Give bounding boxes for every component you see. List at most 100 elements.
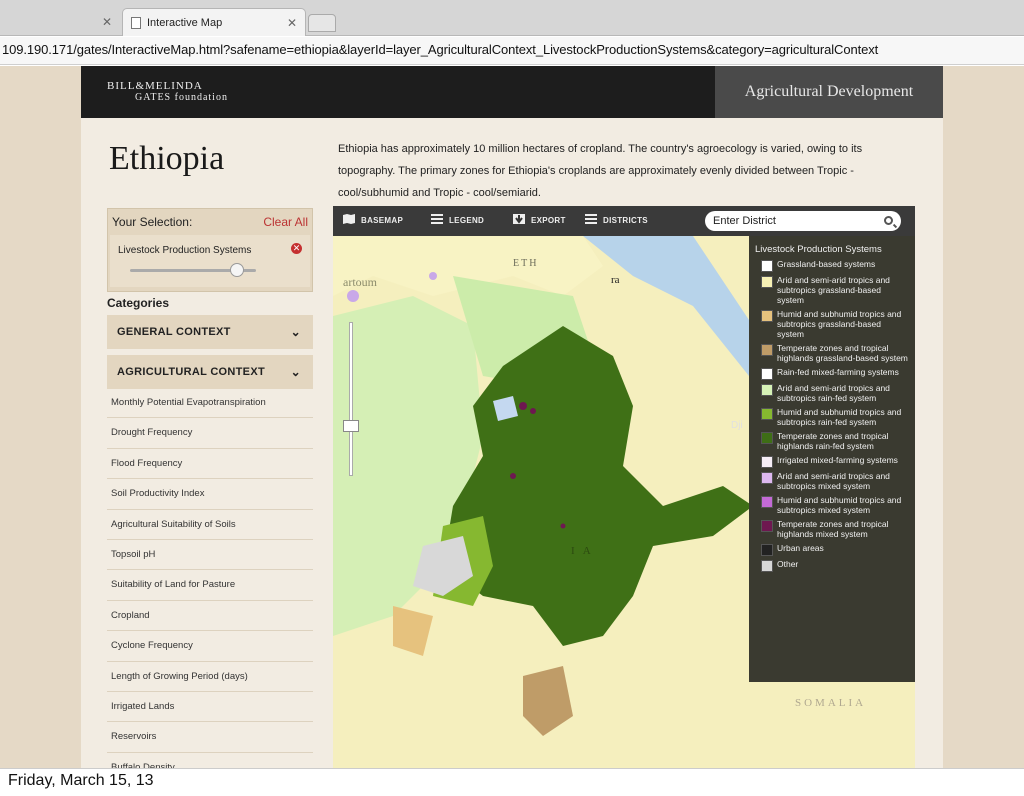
search-icon[interactable]	[884, 216, 893, 225]
legend-item: Arid and semi-arid tropics and subtropic…	[755, 471, 909, 491]
districts-button[interactable]: DISTRICTS	[585, 206, 648, 236]
legend-item: Urban areas	[755, 543, 909, 556]
map-legend: Livestock Production Systems Grassland-b…	[749, 236, 915, 682]
legend-item: Humid and subhumid tropics and subtropic…	[755, 495, 909, 515]
legend-swatch	[761, 544, 773, 556]
clear-all-link[interactable]: Clear All	[263, 215, 308, 229]
category-label: AGRICULTURAL CONTEXT	[117, 366, 265, 378]
legend-swatch	[761, 472, 773, 484]
legend-label: Rain-fed mixed-farming systems	[777, 367, 899, 377]
layer-list-item[interactable]: Suitability of Land for Pasture	[107, 570, 313, 601]
legend-item: Temperate zones and tropical highlands g…	[755, 343, 909, 363]
legend-item: Temperate zones and tropical highlands m…	[755, 519, 909, 539]
legend-swatch	[761, 456, 773, 468]
layer-list-item[interactable]: Cyclone Frequency	[107, 631, 313, 662]
legend-swatch	[761, 368, 773, 380]
remove-layer-icon[interactable]: ✕	[291, 243, 302, 254]
legend-item: Other	[755, 559, 909, 572]
site-container: BILL&MELINDA GATES foundation Agricultur…	[81, 66, 943, 784]
close-icon[interactable]: ✕	[102, 8, 112, 36]
legend-button[interactable]: LEGEND	[431, 206, 484, 236]
selected-layer: Livestock Production Systems ✕	[110, 235, 310, 287]
basemap-button[interactable]: BASEMAP	[343, 206, 403, 236]
legend-list: Grassland-based systems Arid and semi-ari…	[755, 259, 909, 572]
legend-label: LEGEND	[449, 216, 485, 225]
map-label: I A	[571, 545, 594, 557]
map-label: artoum	[343, 275, 378, 289]
layer-list-item[interactable]: Drought Frequency	[107, 418, 313, 449]
interactive-map[interactable]: BASEMAP LEGEND EXPORT DISTRICTS Enter Di…	[333, 206, 915, 768]
legend-label: Other	[777, 559, 799, 569]
selected-layer-label: Livestock Production Systems	[118, 245, 252, 256]
chevron-down-icon: ⌄	[290, 325, 301, 339]
export-label: EXPORT	[531, 216, 566, 225]
category-general-context[interactable]: GENERAL CONTEXT ⌄	[107, 315, 313, 349]
browser-tab-strip: ✕ Interactive Map ✕	[0, 0, 1024, 36]
legend-label: Urban areas	[777, 543, 824, 553]
category-agricultural-context[interactable]: AGRICULTURAL CONTEXT ⌄	[107, 355, 313, 389]
logo-line-2: GATES foundation	[135, 92, 228, 103]
selection-title: Your Selection:	[112, 215, 193, 229]
opacity-slider-thumb[interactable]	[230, 263, 245, 277]
page-icon	[131, 17, 141, 29]
legend-item: Humid and subhumid tropics and subtropic…	[755, 309, 909, 339]
basemap-label: BASEMAP	[361, 216, 404, 225]
site-header: BILL&MELINDA GATES foundation Agricultur…	[81, 66, 943, 118]
zoom-slider[interactable]	[343, 316, 359, 482]
legend-swatch	[761, 384, 773, 396]
slide-footer: Friday, March 15, 13	[0, 768, 1024, 796]
page-background: BILL&MELINDA GATES foundation Agricultur…	[0, 66, 1024, 784]
browser-tab-inactive[interactable]: ✕	[20, 8, 120, 36]
legend-label: Humid and subhumid tropics and subtropic…	[777, 495, 902, 515]
browser-tab-active[interactable]: Interactive Map ✕	[122, 8, 306, 36]
export-button[interactable]: EXPORT	[513, 206, 566, 236]
layer-list-item[interactable]: Irrigated Lands	[107, 692, 313, 723]
legend-item: Grassland-based systems	[755, 259, 909, 272]
legend-label: Grassland-based systems	[777, 259, 876, 269]
legend-swatch	[761, 560, 773, 572]
map-label: ra	[611, 274, 620, 286]
district-search-input[interactable]: Enter District	[705, 211, 901, 231]
search-placeholder: Enter District	[713, 215, 776, 227]
address-bar[interactable]: 109.190.171/gates/InteractiveMap.html?sa…	[0, 37, 1024, 65]
layer-list-item[interactable]: Length of Growing Period (days)	[107, 662, 313, 692]
map-label: SOMALIA	[795, 697, 866, 709]
layer-list-item[interactable]: Flood Frequency	[107, 449, 313, 480]
zoom-track[interactable]	[349, 322, 353, 476]
legend-item: Arid and semi-arid tropics and subtropic…	[755, 383, 909, 403]
layer-list-item[interactable]: Topsoil pH	[107, 540, 313, 571]
url-text[interactable]: 109.190.171/gates/InteractiveMap.html?sa…	[2, 42, 878, 57]
map-label: ETH	[513, 258, 538, 269]
tab-title: Interactive Map	[147, 17, 223, 29]
zoom-thumb[interactable]	[343, 420, 359, 432]
gates-foundation-logo[interactable]: BILL&MELINDA GATES foundation	[107, 80, 228, 104]
layer-list-item[interactable]: Soil Productivity Index	[107, 479, 313, 510]
legend-swatch	[761, 260, 773, 272]
map-icon	[343, 214, 355, 224]
legend-swatch	[761, 276, 773, 288]
legend-item: Rain-fed mixed-farming systems	[755, 367, 909, 380]
logo-line-1: BILL&MELINDA	[107, 80, 203, 92]
new-tab-button[interactable]	[308, 14, 336, 32]
selection-panel: Your Selection: Clear All Livestock Prod…	[107, 208, 313, 292]
legend-swatch	[761, 520, 773, 532]
list-icon	[585, 214, 597, 224]
map-label: Dji	[731, 420, 743, 431]
section-title[interactable]: Agricultural Development	[715, 66, 943, 118]
categories-heading: Categories	[107, 296, 170, 310]
close-icon[interactable]: ✕	[287, 9, 297, 37]
layer-list-item[interactable]: Monthly Potential Evapotranspiration	[107, 388, 313, 419]
legend-swatch	[761, 408, 773, 420]
legend-label: Arid and semi-arid tropics and subtropic…	[777, 275, 890, 305]
map-toolbar: BASEMAP LEGEND EXPORT DISTRICTS Enter Di…	[333, 206, 915, 236]
layer-list-item[interactable]: Agricultural Suitability of Soils	[107, 510, 313, 540]
legend-swatch	[761, 310, 773, 322]
legend-swatch	[761, 344, 773, 356]
legend-swatch	[761, 496, 773, 508]
layer-list-item[interactable]: Reservoirs	[107, 722, 313, 753]
legend-title: Livestock Production Systems	[755, 244, 882, 255]
legend-item: Arid and semi-arid tropics and subtropic…	[755, 275, 909, 305]
layer-list-item[interactable]: Cropland	[107, 601, 313, 632]
chevron-down-icon: ⌄	[290, 365, 301, 379]
footer-date: Friday, March 15, 13	[8, 772, 154, 789]
